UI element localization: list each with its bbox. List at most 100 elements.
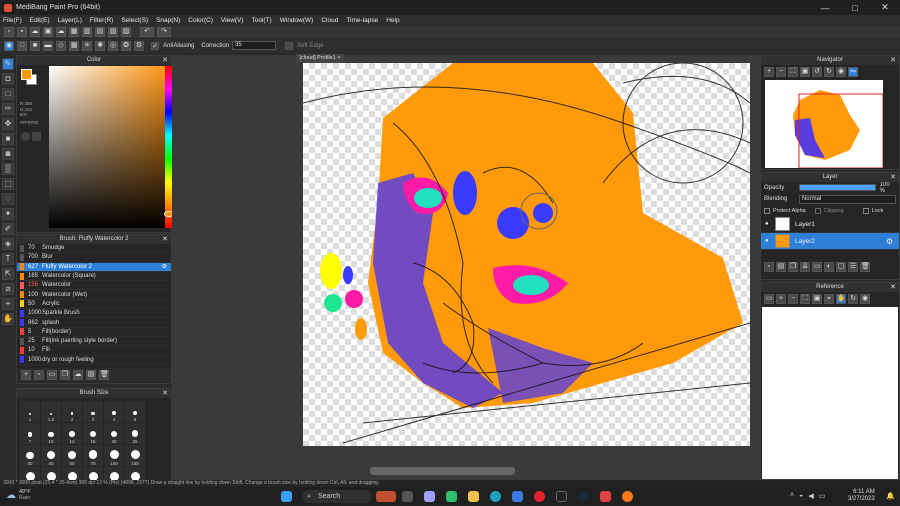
layer2-settings-icon[interactable]: ⚙	[886, 237, 893, 246]
canvas-horizontal-scrollbar[interactable]	[370, 467, 515, 475]
ref-hand-icon[interactable]: ✋	[836, 293, 846, 304]
panel-close-icon[interactable]: ✕	[162, 389, 168, 398]
menu-edit[interactable]: Edit(E)	[30, 17, 50, 24]
select-eraser-icon[interactable]: ◈	[2, 238, 14, 250]
ref-actual-icon[interactable]: ▣	[812, 293, 822, 304]
menu-view[interactable]: View(V)	[221, 17, 244, 24]
open-file-icon[interactable]: ▪	[17, 27, 27, 37]
navigator-preview[interactable]	[765, 80, 883, 168]
panel-close-icon[interactable]: ✕	[890, 173, 896, 182]
menu-filter[interactable]: Filter(R)	[90, 17, 113, 24]
edge-icon[interactable]	[490, 491, 501, 502]
text-tool-icon[interactable]: T	[2, 253, 14, 265]
panel-close-icon[interactable]: ✕	[890, 56, 896, 65]
shape-tool-icon[interactable]: ■	[2, 133, 14, 145]
rotate-left-icon[interactable]: ↺	[812, 66, 822, 77]
brush-settings-icon[interactable]: ▤	[86, 370, 96, 380]
clock[interactable]: 6:11 AM 3/27/2023	[848, 489, 875, 503]
ref-settings-icon[interactable]: ◉	[860, 293, 870, 304]
saturation-value-picker[interactable]	[49, 66, 177, 228]
dot-tool-icon[interactable]: □	[2, 88, 14, 100]
fg-color-swatch[interactable]	[21, 69, 32, 80]
battery-icon[interactable]: ▭	[819, 492, 826, 500]
menu-layer[interactable]: Layer(L)	[58, 17, 82, 24]
layer-copy-icon[interactable]: ❐	[788, 262, 798, 272]
brush-tool-icon[interactable]: ✎	[2, 58, 14, 70]
shape-icon[interactable]: ▬	[43, 40, 53, 51]
panel-close-icon[interactable]: ✕	[890, 283, 896, 292]
ref-rotate-icon[interactable]: ↻	[848, 293, 858, 304]
brush-list-item[interactable]: 50 Acrylic	[17, 300, 171, 310]
brush-list-item[interactable]: 158 Watercolor	[17, 281, 171, 291]
layer-row-layer1[interactable]: ● Layer1	[761, 216, 899, 233]
layout-icon[interactable]: ▥	[82, 27, 92, 37]
gear-icon[interactable]: ⚙	[134, 40, 144, 51]
brush-size-cell[interactable]: 5	[125, 401, 145, 422]
ref-fit-icon[interactable]: ⛶	[800, 293, 810, 304]
chevron-up-icon[interactable]: ˄	[790, 492, 794, 500]
file-explorer-icon[interactable]	[468, 491, 479, 502]
brush-size-cell[interactable]: 30	[20, 445, 40, 466]
redo-icon[interactable]: ↷	[157, 27, 171, 37]
cloud-icon[interactable]: ☁	[30, 27, 40, 37]
layer2-visibility-icon[interactable]: ●	[765, 238, 769, 244]
system-tray[interactable]: ˄ ◒ ◀ ▭	[790, 492, 825, 500]
add-palette-icon[interactable]	[32, 132, 41, 141]
brush-size-cell[interactable]: 7	[20, 423, 40, 444]
brush-size-cell[interactable]: 50	[62, 445, 82, 466]
protect-alpha-checkbox[interactable]	[764, 207, 770, 214]
volume-icon[interactable]: ◀	[808, 492, 813, 500]
steam-icon[interactable]	[578, 491, 589, 502]
reset-rotation-icon[interactable]: ◉	[836, 66, 846, 77]
cloud-save-icon[interactable]: ☁	[56, 27, 66, 37]
correction-input[interactable]: 35	[232, 41, 277, 50]
radial-icon[interactable]: ✺	[95, 40, 105, 51]
network-icon[interactable]: ◒	[799, 492, 803, 500]
taskview-icon[interactable]	[402, 491, 413, 502]
menu-help[interactable]: Help	[386, 17, 399, 24]
layer-merge-icon[interactable]: ⇊	[800, 262, 810, 272]
ref-open-icon[interactable]: ▭	[764, 293, 774, 304]
menu-snap[interactable]: Snap(N)	[156, 17, 180, 24]
close-button[interactable]: ✕	[870, 0, 900, 15]
layer-mask-icon[interactable]: ◐	[824, 262, 834, 272]
layer-clear-icon[interactable]: ▢	[836, 262, 846, 272]
brush-copy-icon[interactable]: ❐	[60, 370, 70, 380]
move-tool-icon[interactable]: ✥	[2, 118, 14, 130]
ref-eyedropper-icon[interactable]: ⌖	[824, 293, 834, 304]
brush-list-item[interactable]: 100 Watercolor (Wet)	[17, 290, 171, 300]
eyedropper-icon[interactable]: ⌖	[2, 298, 14, 310]
display-icon[interactable]: ▧	[108, 27, 118, 37]
hand-tool-icon[interactable]: ✋	[2, 313, 14, 325]
brush-size-cell[interactable]: 150	[125, 445, 145, 466]
menu-window[interactable]: Window(W)	[280, 17, 314, 24]
pattern-icon[interactable]: ▦	[69, 40, 79, 51]
clipping-checkbox[interactable]	[814, 207, 821, 214]
panel-close-icon[interactable]: ✕	[162, 235, 168, 244]
circle-snap-icon[interactable]: ◎	[108, 40, 118, 51]
brush-list-item[interactable]: 862 splash	[17, 318, 171, 328]
brush-list-item[interactable]: 70 Smudge	[17, 244, 171, 254]
app-green-icon[interactable]	[446, 491, 457, 502]
snap-icon[interactable]: ✳	[82, 40, 92, 51]
brush-size-cell[interactable]: 70	[83, 445, 103, 466]
ref-zoom-out-icon[interactable]: −	[788, 293, 798, 304]
medibang-taskbar-icon[interactable]	[556, 491, 567, 502]
brush-size-cell[interactable]: 25	[125, 423, 145, 444]
brush-mode-icon[interactable]: ◉	[4, 40, 14, 51]
fit-icon[interactable]: ⛶	[788, 66, 798, 77]
brush-list-item[interactable]: 700 Blur	[17, 253, 171, 263]
square-icon[interactable]: □	[17, 40, 27, 51]
brush-add-icon[interactable]: +	[21, 370, 31, 380]
notification-icon[interactable]: 🔔	[886, 492, 895, 500]
opera-icon[interactable]	[534, 491, 545, 502]
brush-size-cell[interactable]: 4	[104, 401, 124, 422]
rect-icon[interactable]: ■	[30, 40, 40, 51]
brush-size-cell[interactable]: 20	[104, 423, 124, 444]
brush-size-cell[interactable]: 1	[20, 401, 40, 422]
save-icon[interactable]: ▣	[43, 27, 53, 37]
widgets-icon[interactable]	[376, 491, 396, 502]
add-layer-type-icon[interactable]: ▤	[776, 262, 786, 272]
drawing-canvas[interactable]	[303, 63, 750, 446]
brush-list-item[interactable]: 1000 dry or rough feeling	[17, 356, 171, 365]
